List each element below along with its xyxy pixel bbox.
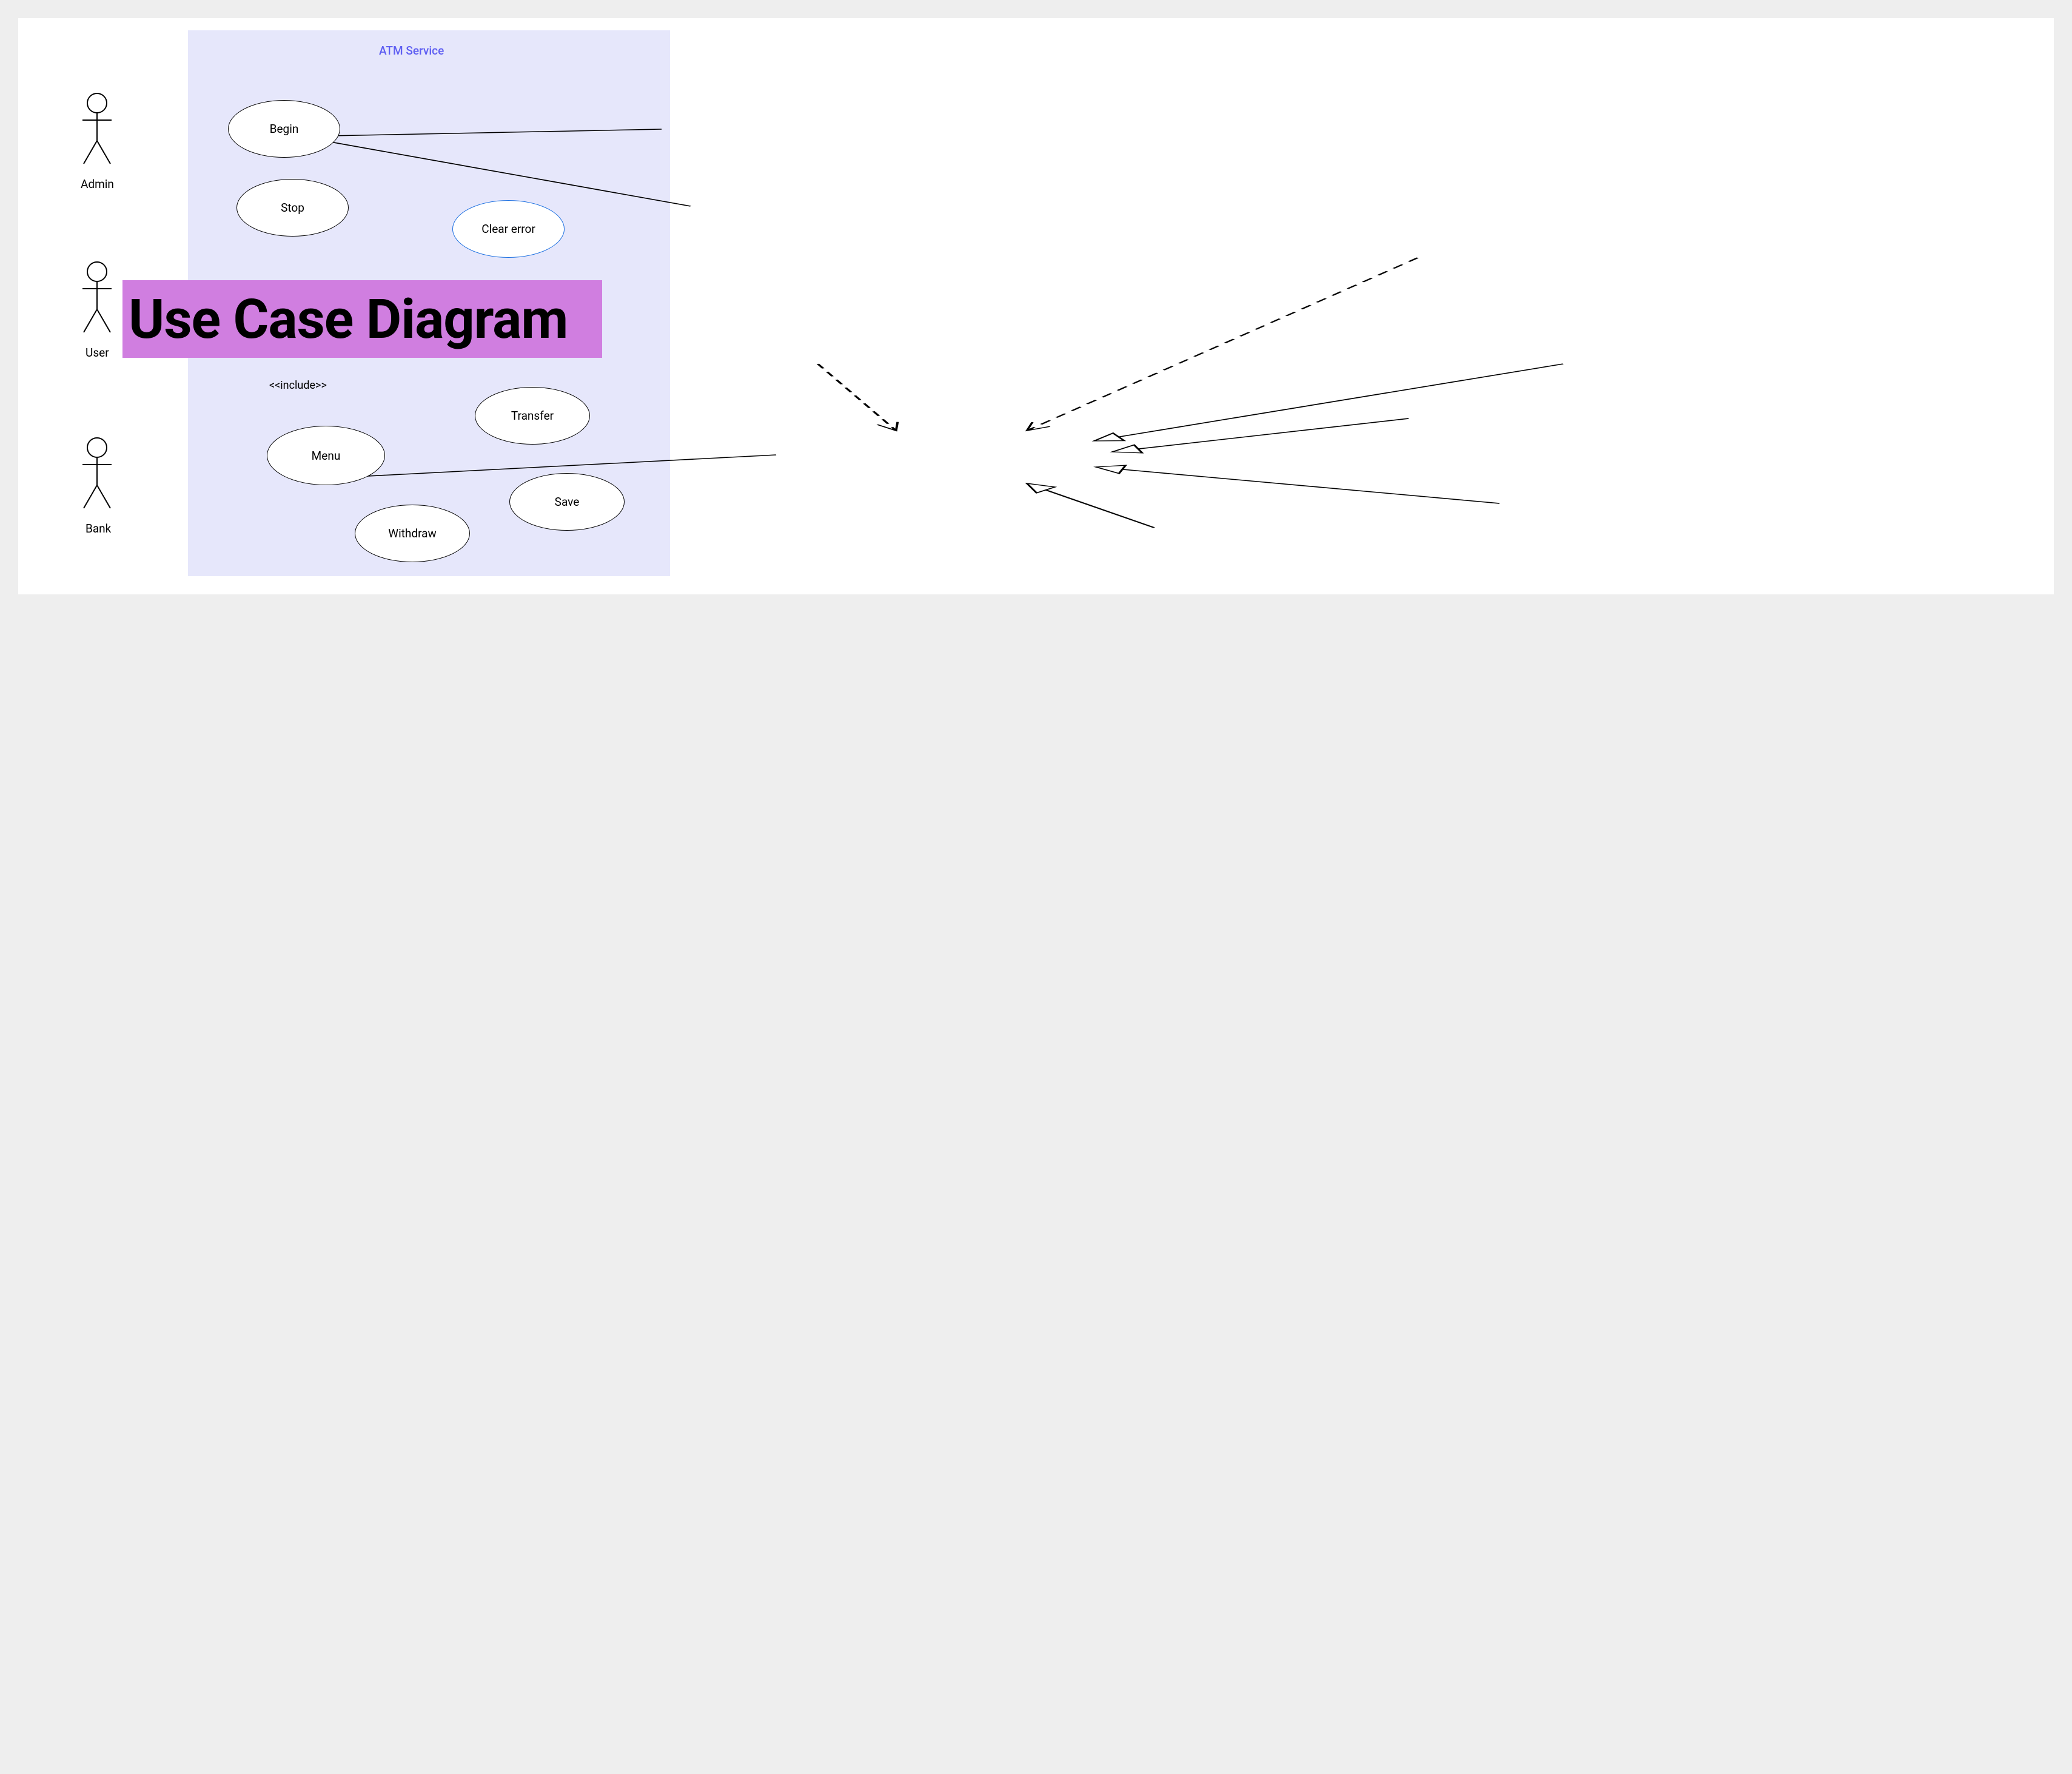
diagram-canvas: ATM Service [18,18,2054,594]
actor-user-label: User [85,346,109,360]
usecase-menu: Menu [267,426,385,485]
actor-bank-icon [79,437,115,516]
usecase-clear-error: Clear error [452,200,565,258]
usecase-withdraw: Withdraw [355,505,470,562]
actor-bank-label: Bank [85,522,111,536]
usecase-withdraw-label: Withdraw [388,526,437,540]
usecase-clear-error-label: Clear error [481,222,535,236]
usecase-stop: Stop [236,179,349,237]
usecase-transfer: Transfer [475,387,590,445]
actor-user-icon [79,261,115,340]
actor-admin-label: Admin [81,177,114,191]
usecase-menu-label: Menu [312,449,341,463]
overlay-banner: Use Case Diagram [122,280,602,358]
usecase-save: Save [509,473,625,531]
usecase-transfer-label: Transfer [511,409,554,423]
system-title: ATM Service [379,44,444,58]
usecase-begin-label: Begin [270,122,299,136]
actor-admin-icon [79,92,115,171]
usecase-save-label: Save [555,495,580,509]
usecase-stop-label: Stop [281,201,304,215]
usecase-begin: Begin [228,100,340,158]
overlay-banner-text: Use Case Diagram [129,287,568,351]
relation-include-label: <<include>> [269,379,327,392]
